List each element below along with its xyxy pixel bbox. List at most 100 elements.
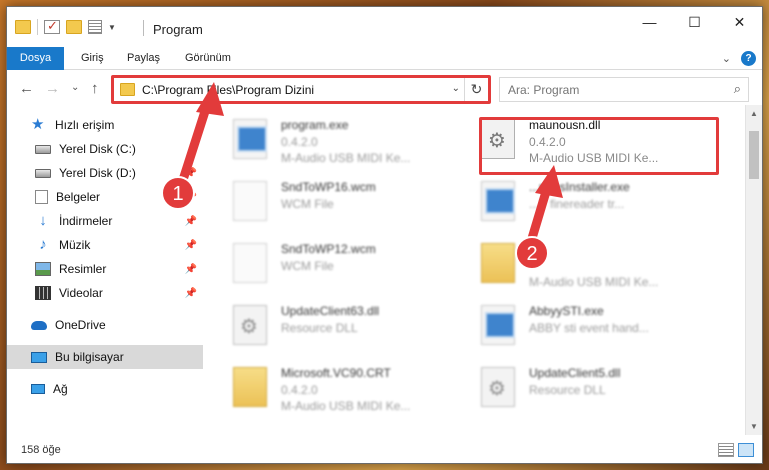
navigation-bar: ← → ⌄ ↑ C:\Program Files\Program Dizini … [7,73,762,105]
file-description: ...Y finereader tr... [529,197,625,211]
network-icon [31,384,45,394]
back-button[interactable]: ← [19,80,34,97]
folder-icon [120,83,135,96]
exe-icon [481,181,515,221]
file-name: Microsoft.VC90.CRT [281,366,391,380]
sidebar-item-label: Müzik [59,238,91,252]
file-description: M-Audio USB MIDI Ke... [529,275,659,289]
music-icon: ♪ [39,236,47,253]
file-version: 0.4.2.0 [529,135,566,149]
refresh-button[interactable]: ↻ [464,78,488,101]
details-view-icon[interactable] [718,443,734,457]
downloads-icon: ↓ [39,212,47,229]
sidebar-item-label: İndirmeler [59,214,113,228]
minimize-button[interactable]: — [627,7,672,37]
file-item-selected[interactable]: maunousn.dll 0.4.2.0 M-Audio USB MIDI Ke… [465,113,705,171]
file-icon [233,243,267,283]
expand-ribbon-icon[interactable]: ⌄ [722,52,731,65]
item-count: 158 öğe [21,444,61,456]
file-name: UpdateClient63.dll [281,304,380,318]
scroll-down-icon[interactable]: ▼ [746,418,762,435]
tab-view[interactable]: Görünüm [185,47,231,70]
vertical-scrollbar[interactable]: ▲ ▼ [745,105,762,435]
address-path[interactable]: C:\Program Files\Program Dizini [142,83,314,97]
file-name: ...ramsInstaller.exe [529,180,630,194]
sidebar-item-label: Bu bilgisayar [55,350,124,364]
window-title: Program [153,22,203,37]
properties-icon[interactable] [88,20,102,34]
dll-icon [233,305,267,345]
sidebar-item-videos[interactable]: Videolar 📌 [7,281,203,305]
file-item[interactable]: M-Audio USB MIDI Ke... [465,237,705,295]
forward-button[interactable]: → [45,80,60,97]
explorer-window: ▼ Program — ☐ ✕ Dosya Giriş Paylaş Görün… [6,6,763,464]
customize-toolbar-icon[interactable]: ▼ [108,23,116,32]
address-bar[interactable]: C:\Program Files\Program Dizini ⌄ ↻ [113,77,489,102]
file-item[interactable]: UpdateClient63.dll Resource DLL [217,299,457,357]
up-button[interactable]: ↑ [91,80,99,97]
folder-icon[interactable] [15,20,31,34]
help-icon[interactable]: ? [741,51,756,66]
folder-icon [481,243,515,283]
navigation-pane: ★ Hızlı erişim Yerel Disk (C:) Yerel Dis… [7,105,203,435]
search-box[interactable]: ⌕ [499,77,749,102]
folder-icon [233,367,267,407]
sidebar-item-label: Videolar [59,286,103,300]
status-bar: 158 öğe [7,439,762,463]
search-input[interactable] [508,79,718,100]
address-dropdown-icon[interactable]: ⌄ [452,83,460,94]
ribbon-right: ⌄ ? [722,51,756,66]
search-icon[interactable]: ⌕ [734,81,741,97]
close-button[interactable]: ✕ [717,7,762,37]
disk-icon [35,168,51,178]
file-item[interactable]: UpdateClient5.dll Resource DLL [465,361,705,419]
sidebar-item-label: Ağ [53,382,68,396]
sidebar-item-this-pc[interactable]: Bu bilgisayar [7,345,203,369]
file-version: 0.4.2.0 [281,135,318,149]
file-type: WCM File [281,259,334,273]
file-description: ABBY sti event hand... [529,321,649,335]
sidebar-item-network[interactable]: Ağ [7,377,203,401]
sidebar-item-disk-d[interactable]: Yerel Disk (D:) 📌 [7,161,203,185]
documents-icon [35,190,48,204]
properties-check-icon[interactable] [44,18,60,34]
file-item[interactable]: program.exe 0.4.2.0 M-Audio USB MIDI Ke.… [217,113,457,171]
recent-locations-button[interactable]: ⌄ [71,82,79,93]
file-name: SndToWP16.wcm [281,180,376,194]
sidebar-item-disk-c[interactable]: Yerel Disk (C:) [7,137,203,161]
quick-access-toolbar: ▼ [15,18,116,35]
sidebar-item-pictures[interactable]: Resimler 📌 [7,257,203,281]
pin-icon: 📌 [184,191,197,203]
tab-share[interactable]: Paylaş [127,47,160,70]
sidebar-item-downloads[interactable]: ↓ İndirmeler 📌 [7,209,203,233]
tab-file[interactable]: Dosya [7,47,64,70]
pin-icon: 📌 [184,263,197,275]
sidebar-item-music[interactable]: ♪ Müzik 📌 [7,233,203,257]
file-item[interactable]: AbbyySTI.exe ABBY sti event hand... [465,299,705,357]
file-name: SndToWP12.wcm [281,242,376,256]
ribbon-tabs: Dosya Giriş Paylaş Görünüm ⌄ ? [7,47,762,70]
sidebar-item-documents[interactable]: Belgeler 📌 [7,185,203,209]
large-icons-view-icon[interactable] [738,443,754,457]
tab-home[interactable]: Giriş [81,47,104,70]
file-item[interactable]: Microsoft.VC90.CRT 0.4.2.0 M-Audio USB M… [217,361,457,419]
scroll-thumb[interactable] [749,131,759,179]
file-name: program.exe [281,118,349,132]
file-type: Resource DLL [529,383,606,397]
dll-icon [481,367,515,407]
file-item[interactable]: SndToWP16.wcm WCM File [217,175,457,233]
file-item[interactable]: SndToWP12.wcm WCM File [217,237,457,295]
sidebar-item-label: Resimler [59,262,107,276]
sidebar-item-quick-access[interactable]: ★ Hızlı erişim [7,113,203,137]
window-controls: — ☐ ✕ [627,7,762,37]
new-folder-icon[interactable] [66,20,82,34]
pictures-icon [35,262,51,276]
scroll-up-icon[interactable]: ▲ [746,105,762,122]
file-version: 0.4.2.0 [281,383,318,397]
sidebar-item-onedrive[interactable]: OneDrive [7,313,203,337]
maximize-button[interactable]: ☐ [672,7,717,37]
view-buttons [718,443,754,457]
file-description: M-Audio USB MIDI Ke... [281,399,411,413]
file-item[interactable]: ...ramsInstaller.exe ...Y finereader tr.… [465,175,705,233]
title-bar: ▼ Program — ☐ ✕ [7,7,762,47]
